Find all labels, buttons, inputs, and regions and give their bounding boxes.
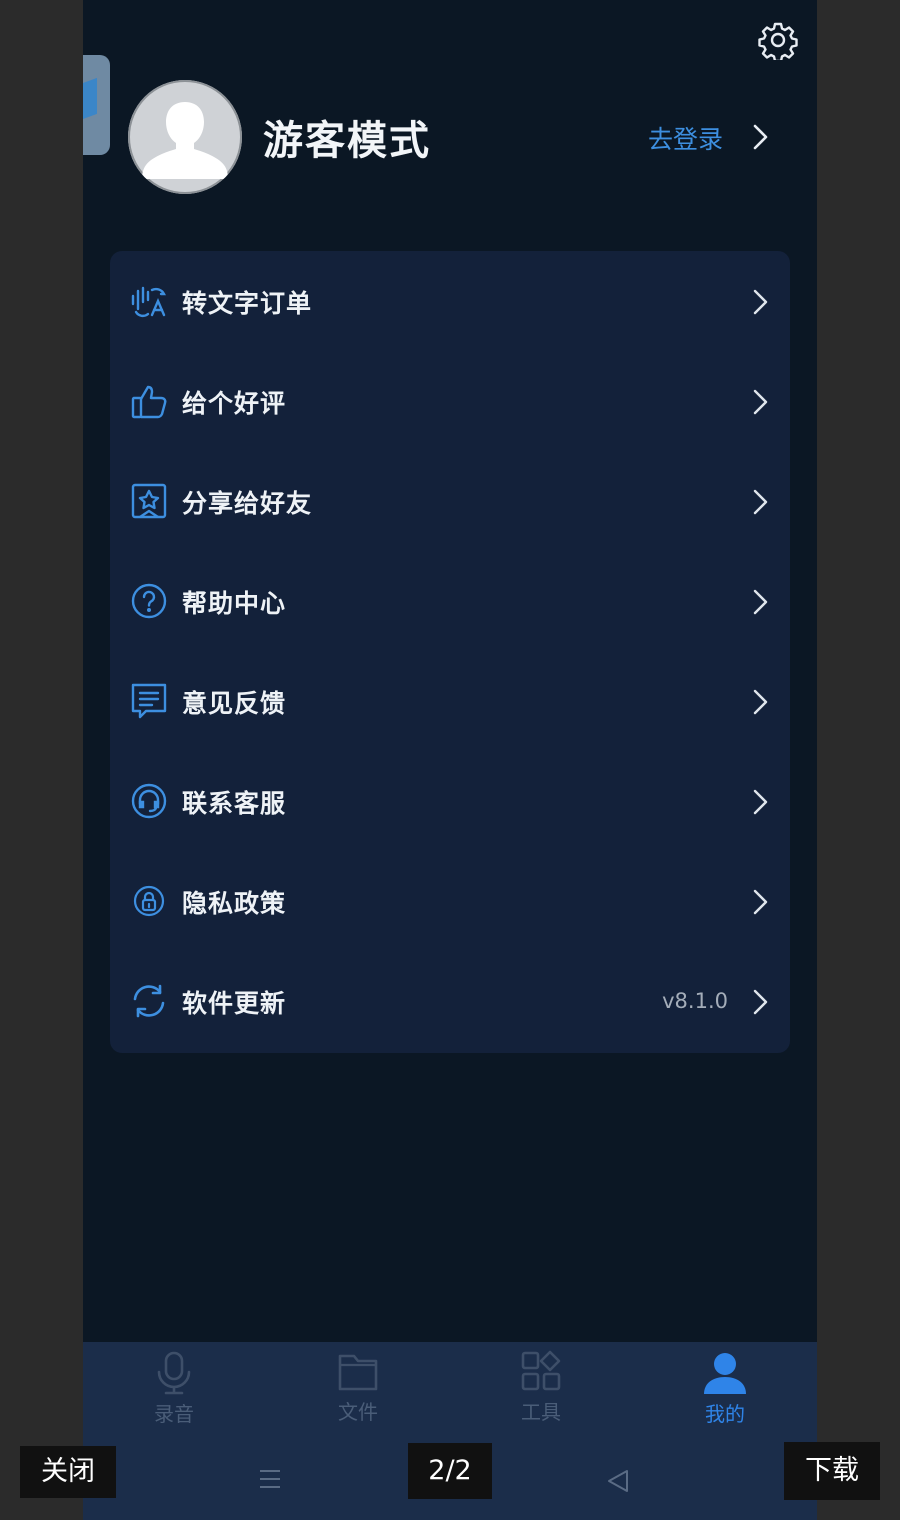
menu-item-label: 帮助中心 [182, 589, 287, 618]
tab-record[interactable]: 录音 [114, 1350, 234, 1436]
menu-item-rate-us[interactable]: 给个好评 [110, 351, 790, 451]
settings-menu-card: 转文字订单 给个好评 分享给好友 帮助中心 意见反馈 联系客服 隐私政策 软件更… [110, 251, 790, 1053]
speech-to-text-icon [131, 286, 166, 318]
tools-grid-icon [521, 1350, 561, 1391]
menu-item-privacy-policy[interactable]: 隐私政策 [110, 851, 790, 951]
page-indicator: 2/2 [408, 1443, 492, 1499]
folder-icon [338, 1354, 378, 1391]
avatar[interactable] [128, 80, 242, 194]
menu-item-label: 分享给好友 [182, 489, 313, 518]
recent-apps-icon[interactable] [258, 1467, 282, 1491]
menu-item-software-update[interactable]: 软件更新 v8.1.0 [110, 951, 790, 1051]
feedback-icon [131, 683, 167, 719]
login-link[interactable]: 去登录 [648, 120, 723, 156]
menu-item-feedback[interactable]: 意见反馈 [110, 651, 790, 751]
chevron-right-icon [753, 589, 768, 615]
side-tab-arrow-icon [83, 77, 97, 125]
menu-item-customer-service[interactable]: 联系客服 [110, 751, 790, 851]
chevron-right-icon [753, 689, 768, 715]
tab-files[interactable]: 文件 [298, 1350, 418, 1436]
floating-side-tab[interactable] [83, 55, 110, 155]
menu-item-label: 转文字订单 [182, 289, 313, 318]
menu-item-help-center[interactable]: 帮助中心 [110, 551, 790, 651]
tab-label: 工具 [521, 1400, 561, 1424]
chevron-right-icon [753, 389, 768, 415]
privacy-lock-icon [133, 885, 165, 917]
menu-item-share[interactable]: 分享给好友 [110, 451, 790, 551]
chevron-right-icon [753, 989, 768, 1015]
tab-label: 录音 [154, 1402, 194, 1426]
menu-item-label: 隐私政策 [182, 889, 287, 918]
chevron-right-icon [753, 789, 768, 815]
default-user-icon [142, 102, 228, 179]
close-button[interactable]: 关闭 [20, 1446, 116, 1498]
chevron-right-icon [753, 289, 768, 315]
headset-icon [131, 783, 167, 819]
tab-tools[interactable]: 工具 [481, 1350, 601, 1436]
chevron-right-icon [753, 489, 768, 515]
refresh-icon [133, 984, 165, 1018]
username-label: 游客模式 [263, 118, 431, 164]
user-icon [704, 1353, 746, 1394]
microphone-icon [157, 1351, 191, 1395]
download-button[interactable]: 下载 [784, 1442, 880, 1500]
settings-gear-icon[interactable] [758, 20, 798, 63]
menu-item-label: 意见反馈 [182, 689, 287, 718]
tab-label: 我的 [705, 1402, 745, 1426]
menu-item-label: 给个好评 [182, 389, 287, 418]
thumbs-up-icon [131, 385, 167, 419]
app-version: v8.1.0 [662, 989, 728, 1013]
help-circle-icon [131, 583, 167, 619]
chevron-right-icon [753, 889, 768, 915]
tab-mine[interactable]: 我的 [665, 1350, 785, 1436]
tab-label: 文件 [338, 1400, 378, 1424]
menu-item-transcription-orders[interactable]: 转文字订单 [110, 251, 790, 351]
back-triangle-icon[interactable] [606, 1468, 630, 1494]
share-star-icon [131, 483, 167, 519]
chevron-right-icon[interactable] [750, 122, 772, 152]
menu-item-label: 软件更新 [182, 989, 287, 1018]
menu-item-label: 联系客服 [182, 789, 287, 818]
